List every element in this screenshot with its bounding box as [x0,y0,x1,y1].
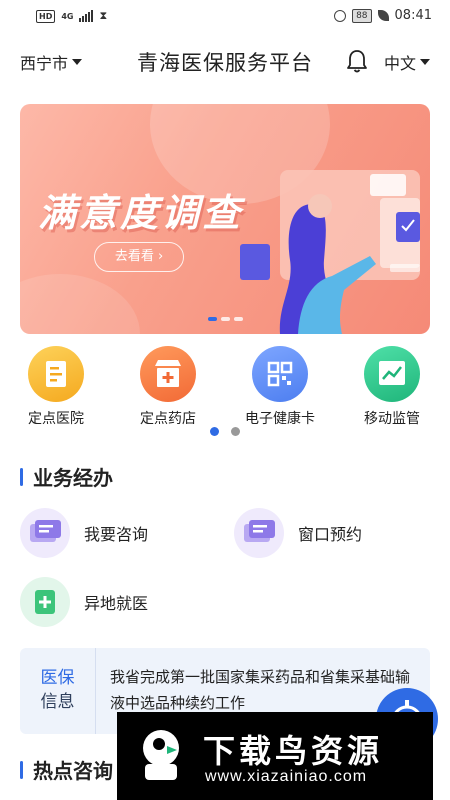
app-header: 西宁市 青海医保服务平台 中文 [0,34,450,90]
hospital-doc-icon [28,346,84,402]
bird-logo-icon [143,730,179,780]
pharmacy-store-icon [140,346,196,402]
section-title-hot: 热点咨询 [20,755,113,784]
section-title-text: 热点咨询 [33,759,113,783]
signal-icon [79,10,94,22]
news-tag-line2: 信息 [40,692,75,712]
banner-title: 满意度调查 [38,191,244,235]
pager-dot-active [210,427,219,436]
appointment-icon [234,508,284,558]
quick-link-label: 移动监管 [364,411,420,427]
bell-icon[interactable] [344,48,370,74]
language-selector[interactable]: 中文 [384,50,430,74]
trend-chart-icon [364,346,420,402]
network-label: 4G [61,11,74,21]
battery-icon: 88 [352,8,372,23]
pager-dot [231,427,240,436]
section-accent [20,467,23,486]
news-headline: 我省完成第一批国家集采药品和省集采基础输液中选品种续约工作 [110,668,411,712]
city-label: 西宁市 [20,54,69,73]
hourglass-icon: ⧗ [99,9,108,22]
service-consult[interactable]: 我要咨询 [20,508,148,558]
pager-dot [220,317,230,321]
quick-link-label: 电子健康卡 [245,411,315,427]
service-label: 窗口预约 [298,525,363,544]
news-tag-line1: 医保 [40,668,75,688]
watermark-title: 下载鸟资源 [203,732,384,770]
leaf-icon [377,10,389,21]
service-remote-medical[interactable]: 异地就医 [20,577,148,627]
banner-go-button[interactable]: 去看看 › [94,242,184,272]
language-label: 中文 [383,54,416,73]
service-label: 我要咨询 [84,525,149,544]
quick-links-pager [0,427,450,436]
banner-pager [20,317,430,321]
quick-link-health-card[interactable]: 电子健康卡 [224,346,336,428]
status-right: 88 08:41 [334,8,432,23]
qr-code-icon [252,346,308,402]
chevron-down-icon [72,59,83,65]
status-bar: HD 4G ⧗ 88 08:41 [0,0,450,34]
news-tag: 医保 信息 [20,648,96,734]
status-time: 08:41 [394,8,432,23]
quick-link-pharmacy[interactable]: 定点药店 [112,346,224,428]
quick-links: 定点医院 定点药店 电子健康卡 移动监管 [0,346,450,436]
hd-badge: HD [36,9,56,23]
pager-dot-active [207,317,217,321]
quick-link-monitor[interactable]: 移动监管 [336,346,448,428]
banner-decoration [20,274,140,334]
quick-link-label: 定点医院 [28,411,84,427]
section-accent [20,760,23,779]
watermark-url: www.xiazainiao.com [205,768,368,785]
banner-go-label: 去看看 [114,249,154,264]
section-title-business: 业务经办 [20,462,113,491]
section-title-text: 业务经办 [33,466,113,490]
service-label: 异地就医 [84,594,149,613]
quick-link-hospital[interactable]: 定点医院 [0,346,112,428]
pager-dot [233,317,243,321]
chevron-down-icon [420,59,430,65]
city-selector[interactable]: 西宁市 [20,50,83,74]
medical-plus-icon [20,577,70,627]
promo-banner[interactable]: 满意度调查 去看看 › [20,104,430,334]
survey-illustration [240,170,420,334]
consult-icon [20,508,70,558]
service-appointment[interactable]: 窗口预约 [234,508,362,558]
status-left: HD 4G ⧗ [36,9,107,23]
quick-link-label: 定点药店 [140,411,196,427]
watermark-overlay: 下载鸟资源 www.xiazainiao.com [117,712,433,800]
alarm-icon [334,9,347,22]
